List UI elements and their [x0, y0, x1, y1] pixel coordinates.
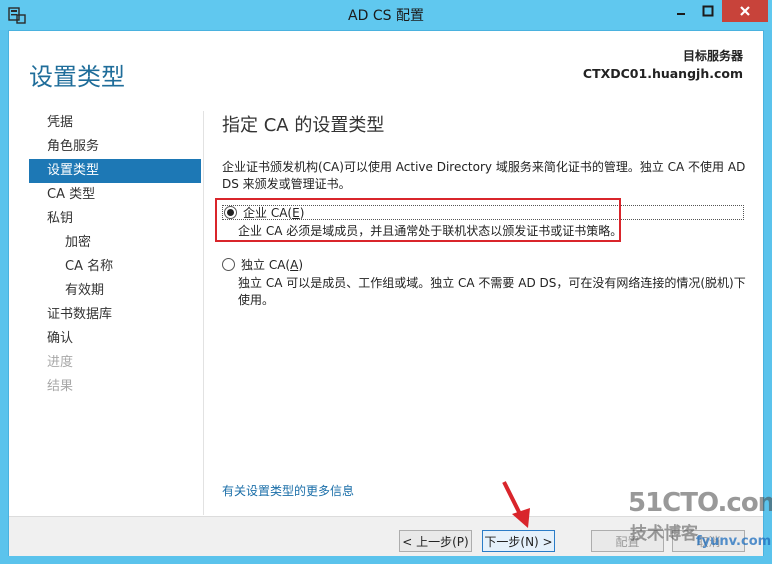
window-title: AD CS 配置 [348, 8, 424, 24]
sidebar-item-cryptography[interactable]: 加密 [29, 231, 201, 255]
annotation-highlight-box [215, 198, 621, 242]
sidebar-item-progress: 进度 [47, 355, 74, 370]
annotation-arrow-icon [502, 481, 530, 528]
wizard-steps-nav: 凭据 角色服务 设置类型 CA 类型 私钥 加密 CA 名称 有效期 证书数据库… [29, 111, 201, 399]
ad-cs-config-window: AD CS 配置 设置类型 目标服务器 CTXDC01.huangjh.com … [0, 0, 772, 564]
target-server-label: 目标服务器 [682, 49, 743, 63]
sidebar-item-ca-type[interactable]: CA 类型 [29, 183, 201, 207]
sidebar-item-confirmation[interactable]: 确认 [29, 327, 201, 351]
title-bar[interactable]: AD CS 配置 [0, 0, 772, 30]
minimize-button[interactable] [668, 0, 694, 22]
maximize-button[interactable] [695, 0, 721, 22]
page-title: 设置类型 [29, 63, 125, 91]
sidebar-divider [203, 111, 204, 515]
standalone-ca-option[interactable]: 独立 CA(A) 独立 CA 可以是成员、工作组或域。独立 CA 不需要 AD … [222, 256, 747, 309]
sidebar-item-setup-type[interactable]: 设置类型 [29, 159, 201, 183]
standalone-ca-radio[interactable] [222, 258, 235, 271]
close-icon [740, 6, 750, 16]
more-info-link[interactable]: 有关设置类型的更多信息 [222, 482, 354, 499]
sidebar-item-ca-name[interactable]: CA 名称 [29, 255, 201, 279]
wizard-button-bar: < 上一步(P) 下一步(N) > 配置 取消 [9, 516, 763, 556]
wizard-content: 设置类型 目标服务器 CTXDC01.huangjh.com 凭据 角色服务 设… [8, 30, 764, 556]
next-button[interactable]: 下一步(N) > [482, 530, 555, 552]
sidebar-item-role-services[interactable]: 角色服务 [29, 135, 201, 159]
cancel-button[interactable]: 取消 [672, 530, 745, 552]
standalone-ca-description: 独立 CA 可以是成员、工作组或域。独立 CA 不需要 AD DS，可在没有网络… [238, 276, 746, 307]
sidebar-item-validity-period[interactable]: 有效期 [29, 279, 201, 303]
target-server-name: CTXDC01.huangjh.com [582, 66, 743, 81]
standalone-ca-label[interactable]: 独立 CA(A) [241, 256, 303, 273]
sidebar-item-private-key[interactable]: 私钥 [29, 207, 201, 231]
setup-type-description: 企业证书颁发机构(CA)可以使用 Active Directory 域服务来简化… [222, 160, 746, 191]
configure-button: 配置 [591, 530, 664, 552]
previous-button[interactable]: < 上一步(P) [399, 530, 472, 552]
main-heading: 指定 CA 的设置类型 [222, 115, 385, 136]
sidebar-item-certificate-database[interactable]: 证书数据库 [29, 303, 201, 327]
minimize-icon [677, 13, 685, 15]
close-button[interactable] [722, 0, 768, 22]
sidebar-item-credentials[interactable]: 凭据 [29, 111, 201, 135]
sidebar-item-results: 结果 [47, 379, 74, 394]
maximize-icon [702, 5, 714, 17]
